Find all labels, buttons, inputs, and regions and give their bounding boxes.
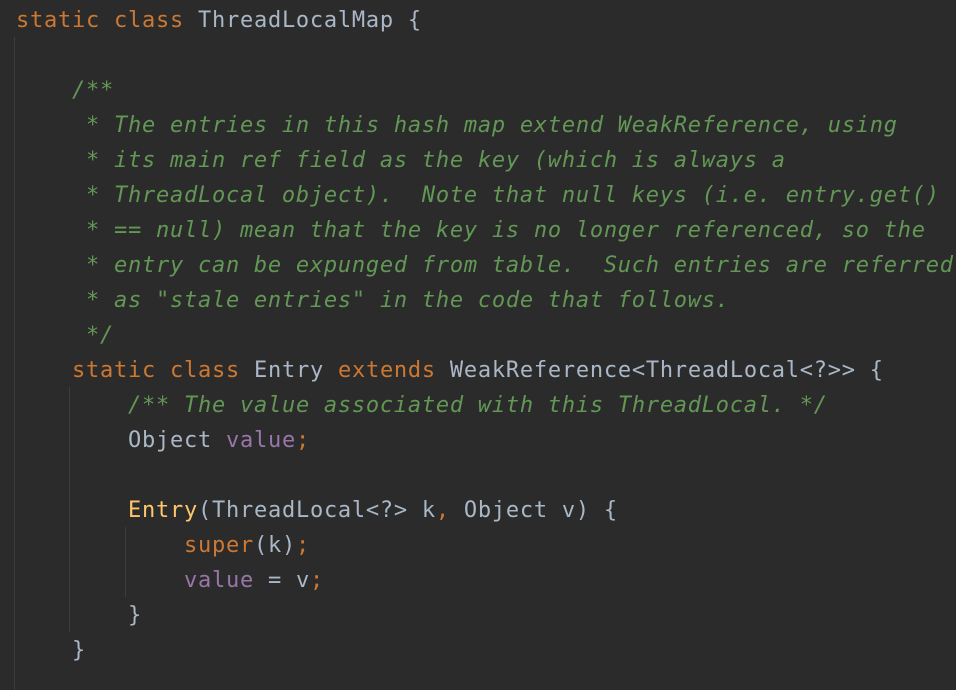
- constructor-params: Object v) {: [449, 498, 618, 523]
- code-editor[interactable]: static class ThreadLocalMap { /** * The …: [0, 0, 956, 690]
- comment-line: * entry can be expunged from table. Such…: [72, 253, 954, 278]
- class-name: ThreadLocalMap: [197, 8, 394, 33]
- class-name: Entry: [253, 358, 324, 383]
- indent-guide: [69, 387, 70, 632]
- comment-line: * == null) mean that the key is no longe…: [72, 218, 926, 243]
- keyword-static: static: [72, 358, 156, 383]
- call-args: (k): [253, 533, 296, 558]
- code-line-class-decl[interactable]: static class ThreadLocalMap {: [16, 3, 422, 38]
- comment-line: * as "stale entries" in the code that fo…: [72, 288, 730, 313]
- semicolon: ;: [295, 428, 310, 453]
- semicolon: ;: [295, 533, 310, 558]
- field-name: value: [184, 568, 254, 593]
- field-type: Object: [128, 428, 212, 453]
- open-brace: {: [407, 8, 422, 33]
- comment-line: * The entries in this hash map extend We…: [72, 113, 898, 138]
- comment-line: */: [72, 323, 114, 348]
- code-line-constructor[interactable]: Entry(ThreadLocal<?> k, Object v) {: [128, 493, 618, 528]
- field-name: value: [225, 428, 296, 453]
- close-brace: }: [72, 638, 86, 663]
- keyword-class: class: [113, 8, 184, 33]
- comment-line: * its main ref field as the key (which i…: [72, 148, 786, 173]
- superclass-type: WeakReference<ThreadLocal<?>>: [449, 358, 856, 383]
- comment-line: /**: [72, 78, 114, 103]
- field-doc-comment: /** The value associated with this Threa…: [128, 393, 828, 418]
- keyword-super: super: [184, 533, 254, 558]
- semicolon: ;: [309, 568, 324, 593]
- keyword-static: static: [16, 8, 100, 33]
- constructor-params: (ThreadLocal<?> k: [197, 498, 436, 523]
- comma: ,: [435, 498, 450, 523]
- indent-guide: [14, 37, 15, 690]
- code-line-entry-decl[interactable]: static class Entry extends WeakReference…: [72, 353, 884, 388]
- close-brace: }: [128, 603, 142, 628]
- code-line-super-call[interactable]: super(k);: [184, 528, 310, 563]
- code-line-assignment[interactable]: value = v;: [184, 563, 324, 598]
- indent-guide: [125, 527, 126, 597]
- constructor-name: Entry: [128, 498, 198, 523]
- comment-line: * ThreadLocal object). Note that null ke…: [72, 183, 940, 208]
- keyword-class: class: [169, 358, 240, 383]
- assignment-expr: = v: [253, 568, 310, 593]
- keyword-extends: extends: [337, 358, 436, 383]
- code-line-field-decl[interactable]: Object value;: [128, 423, 310, 458]
- open-brace: {: [869, 358, 884, 383]
